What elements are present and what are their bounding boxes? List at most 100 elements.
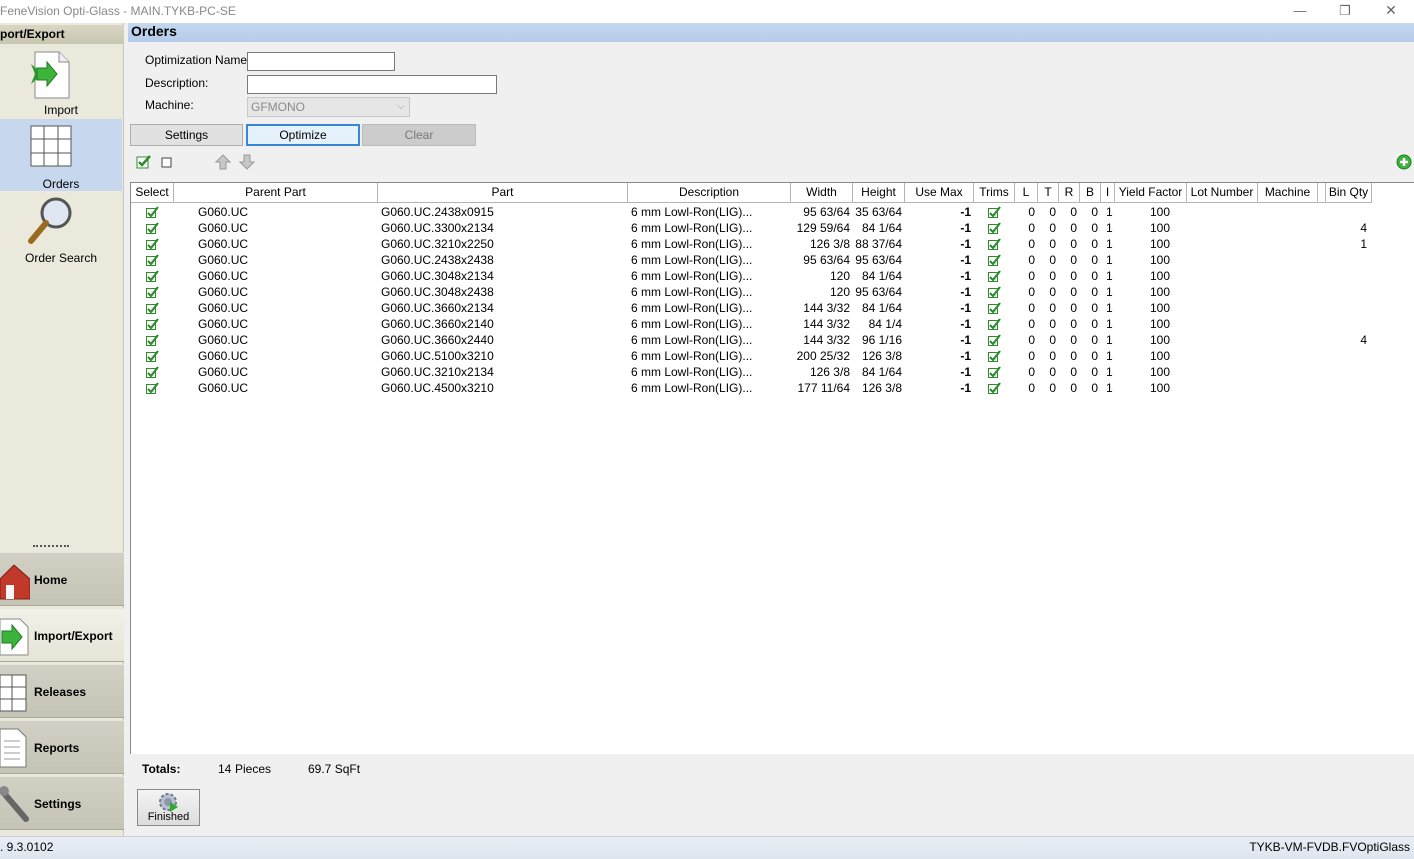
- description-input[interactable]: [247, 75, 497, 94]
- select-checkbox[interactable]: [145, 366, 159, 379]
- col-i-cell: 1: [1106, 301, 1113, 315]
- col-yield-factor-cell: 100: [1149, 381, 1170, 395]
- close-button[interactable]: ✕: [1368, 0, 1414, 23]
- col-width-cell: 126 3/8: [809, 365, 850, 379]
- col-trims-header[interactable]: Trims: [974, 183, 1015, 203]
- col-l-header[interactable]: L: [1015, 183, 1038, 203]
- col-parent-part-header[interactable]: Parent Part: [174, 183, 378, 203]
- settings-button[interactable]: Settings: [130, 124, 243, 146]
- select-checkbox[interactable]: [145, 206, 159, 219]
- col-lot-number-cell: [1187, 220, 1257, 236]
- col-part-cell: G060.UC.5100x3210: [381, 349, 494, 363]
- col-description-header[interactable]: Description: [628, 183, 791, 203]
- col-use-max-header[interactable]: Use Max: [905, 183, 974, 203]
- col-bin-qty-cell: [1326, 316, 1371, 332]
- col-bin-qty-cell: [1326, 284, 1371, 300]
- col-use-max-cell: -1: [960, 285, 971, 299]
- select-checkbox[interactable]: [145, 270, 159, 283]
- move-up-icon[interactable]: [215, 154, 231, 170]
- splitter-grip[interactable]: [33, 545, 69, 548]
- sidebar-item-order-search[interactable]: Order Search: [0, 193, 122, 265]
- machine-label: Machine:: [145, 98, 194, 112]
- col-yield-factor-cell: 100: [1149, 333, 1170, 347]
- minimize-button[interactable]: —: [1277, 0, 1323, 23]
- trims-checkbox[interactable]: [987, 206, 1001, 219]
- select-checkbox[interactable]: [145, 286, 159, 299]
- move-down-icon[interactable]: [239, 154, 255, 170]
- col-select-header[interactable]: Select: [131, 183, 174, 203]
- nav-label: Home: [34, 573, 68, 587]
- select-all-icon[interactable]: [136, 154, 152, 170]
- trims-checkbox[interactable]: [987, 366, 1001, 379]
- col-height-header[interactable]: Height: [853, 183, 905, 203]
- trims-checkbox[interactable]: [987, 270, 1001, 283]
- col-b-header[interactable]: B: [1080, 183, 1101, 203]
- clear-button[interactable]: Clear: [362, 124, 476, 146]
- col-extra-header[interactable]: [1318, 183, 1326, 203]
- nav-home[interactable]: Home: [0, 552, 124, 606]
- col-l-cell: 0: [1028, 285, 1035, 299]
- col-parent-part-cell: G060.UC: [198, 365, 249, 379]
- select-checkbox[interactable]: [145, 302, 159, 315]
- col-bin-qty-cell: [1326, 300, 1371, 316]
- col-bin-qty-header[interactable]: Bin Qty: [1326, 183, 1372, 203]
- trims-checkbox[interactable]: [987, 334, 1001, 347]
- import-icon: [31, 51, 70, 99]
- col-i-cell: 1: [1106, 205, 1113, 219]
- status-bar: . 9.3.0102 TYKB-VM-FVDB.FVOptiGlass: [0, 836, 1414, 859]
- col-machine-cell: [1258, 268, 1317, 284]
- col-i-header[interactable]: I: [1101, 183, 1115, 203]
- col-description-cell: 6 mm Lowl-Ron(LIG)...: [631, 205, 753, 219]
- trims-checkbox[interactable]: [987, 254, 1001, 267]
- releases-icon: [0, 674, 27, 712]
- col-part-cell: G060.UC.3210x2134: [381, 365, 494, 379]
- col-yield-factor-cell: 100: [1149, 205, 1170, 219]
- col-part-header[interactable]: Part: [378, 183, 628, 203]
- maximize-button[interactable]: ❐: [1322, 0, 1368, 23]
- trims-checkbox[interactable]: [987, 286, 1001, 299]
- nav-reports[interactable]: Reports: [0, 720, 124, 774]
- add-icon[interactable]: [1396, 154, 1412, 170]
- optimize-button[interactable]: Optimize: [246, 124, 360, 146]
- trims-checkbox[interactable]: [987, 222, 1001, 235]
- select-checkbox[interactable]: [145, 334, 159, 347]
- col-r-header[interactable]: R: [1059, 183, 1080, 203]
- chevron-down-icon: ⌵: [397, 101, 405, 112]
- col-part-cell: G060.UC.3210x2250: [381, 237, 494, 251]
- col-lot-number-header[interactable]: Lot Number: [1187, 183, 1258, 203]
- col-width-header[interactable]: Width: [791, 183, 853, 203]
- opt-name-input[interactable]: [247, 52, 395, 71]
- col-machine-header[interactable]: Machine: [1258, 183, 1318, 203]
- col-machine-cell: [1258, 364, 1317, 380]
- select-checkbox[interactable]: [145, 318, 159, 331]
- col-bin-qty-cell: 1: [1360, 237, 1367, 251]
- col-b-cell: 0: [1091, 333, 1098, 347]
- page-title: Orders: [128, 23, 1414, 42]
- trims-checkbox[interactable]: [987, 318, 1001, 331]
- col-t-header[interactable]: T: [1038, 183, 1059, 203]
- nav-settings[interactable]: Settings: [0, 776, 124, 830]
- trims-checkbox[interactable]: [987, 302, 1001, 315]
- select-checkbox[interactable]: [145, 222, 159, 235]
- col-t-cell: 0: [1049, 333, 1056, 347]
- col-part-cell: G060.UC.2438x2438: [381, 253, 494, 267]
- finished-button[interactable]: Finished: [137, 789, 200, 826]
- trims-checkbox[interactable]: [987, 238, 1001, 251]
- deselect-all-icon[interactable]: [160, 154, 176, 170]
- nav-releases[interactable]: Releases: [0, 664, 124, 718]
- select-checkbox[interactable]: [145, 382, 159, 395]
- col-parent-part-cell: G060.UC: [198, 349, 249, 363]
- select-checkbox[interactable]: [145, 254, 159, 267]
- nav-import-export[interactable]: Import/Export: [0, 608, 124, 662]
- trims-checkbox[interactable]: [987, 350, 1001, 363]
- sidebar-item-orders[interactable]: Orders: [0, 119, 122, 191]
- select-checkbox[interactable]: [145, 350, 159, 363]
- col-i-cell: 1: [1106, 381, 1113, 395]
- col-yield-factor-header[interactable]: Yield Factor: [1115, 183, 1187, 203]
- col-i-cell: 1: [1106, 221, 1113, 235]
- trims-checkbox[interactable]: [987, 382, 1001, 395]
- col-i-cell: 1: [1106, 317, 1113, 331]
- select-checkbox[interactable]: [145, 238, 159, 251]
- machine-select[interactable]: GFMONO ⌵: [247, 97, 410, 117]
- sidebar-item-import[interactable]: Import: [0, 47, 122, 117]
